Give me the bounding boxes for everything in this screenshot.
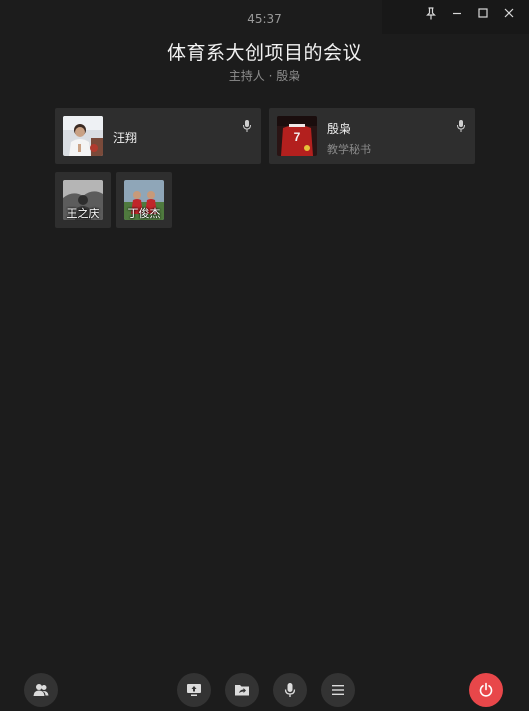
participant-name: 丁俊杰 — [127, 207, 161, 220]
participant-card[interactable]: 汪翔 — [55, 108, 261, 164]
members-button[interactable] — [24, 673, 58, 707]
more-menu-button[interactable] — [321, 673, 355, 707]
participant-name: 王之庆 — [66, 207, 100, 220]
power-icon — [478, 682, 494, 698]
share-file-button[interactable] — [225, 673, 259, 707]
microphone-icon — [242, 118, 252, 132]
jersey-number: 7 — [294, 130, 301, 144]
meeting-title: 体育系大创项目的会议 — [166, 42, 362, 64]
avatar — [63, 116, 103, 156]
members-icon — [33, 683, 49, 697]
participant-role: 教学秘书 — [327, 143, 371, 156]
share-file-icon — [234, 683, 250, 697]
participant-tile[interactable]: 王之庆 — [55, 172, 111, 228]
microphone-icon — [283, 682, 297, 698]
share-screen-button[interactable] — [177, 673, 211, 707]
participant-name: 殷枭 — [327, 122, 352, 136]
end-meeting-button[interactable] — [469, 673, 503, 707]
microphone-icon — [456, 118, 466, 132]
menu-icon — [331, 684, 345, 696]
host-line: 主持人 · 殷枭 — [228, 69, 301, 83]
share-screen-icon — [186, 683, 202, 697]
meeting-timer: 45:37 — [247, 12, 282, 26]
meeting-window: 45:37 体育系大创项目的会议 主持人 · 殷枭 汪翔 7 殷枭 教学秘书 王… — [0, 0, 529, 711]
microphone-button[interactable] — [273, 673, 307, 707]
participant-name: 汪翔 — [113, 131, 138, 145]
avatar: 7 — [277, 116, 317, 156]
participant-card[interactable]: 7 殷枭 教学秘书 — [269, 108, 475, 164]
participant-tile[interactable]: 丁俊杰 — [116, 172, 172, 228]
